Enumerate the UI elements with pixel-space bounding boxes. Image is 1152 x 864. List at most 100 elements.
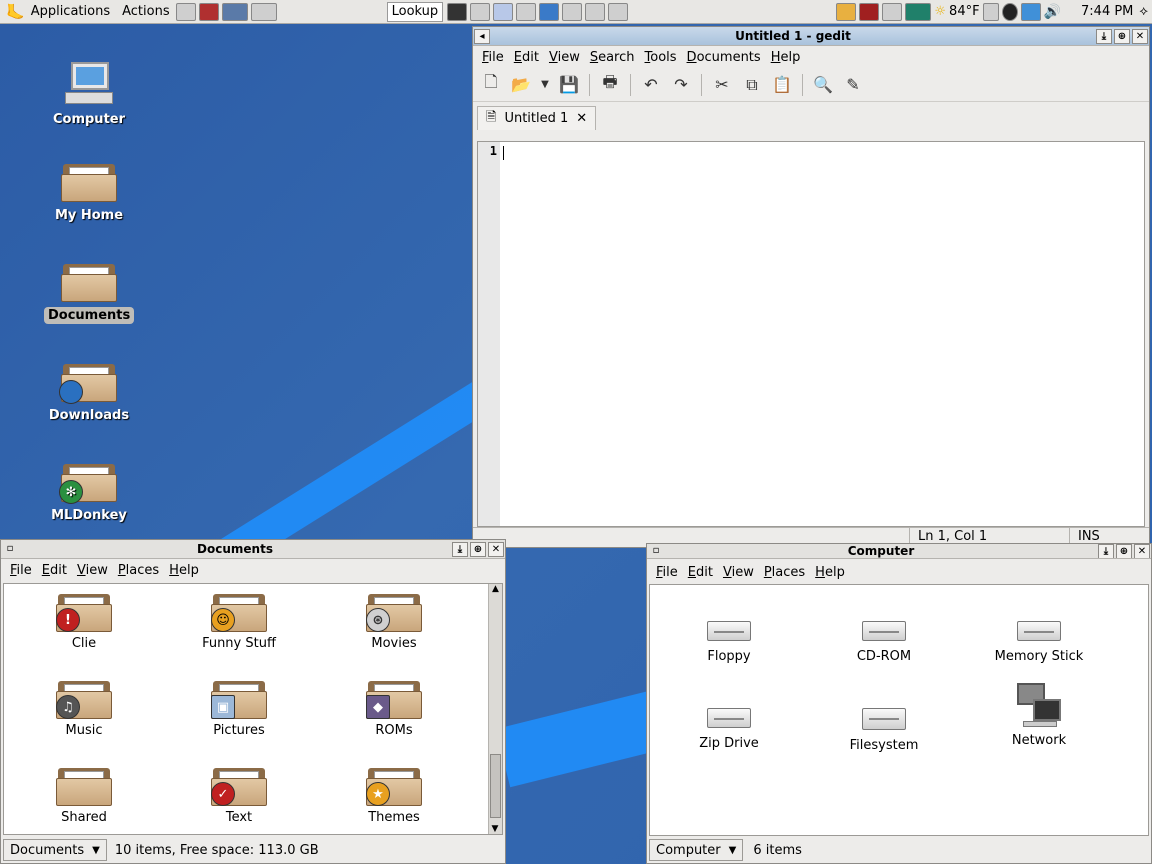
save-icon[interactable]: 💾 [557, 73, 581, 97]
redo-icon[interactable]: ↷ [669, 73, 693, 97]
location-dropdown[interactable]: Computer ▼ [649, 839, 744, 861]
window-menu-icon[interactable]: ◂ [474, 28, 490, 44]
undo-icon[interactable]: ↶ [639, 73, 663, 97]
menu-edit[interactable]: Edit [37, 563, 72, 578]
folder-item[interactable]: ▣ Pictures [174, 677, 304, 738]
window-menu-icon[interactable]: ▫ [2, 542, 18, 557]
minimize-button[interactable]: ⤓ [452, 541, 468, 557]
menu-help[interactable]: Help [766, 50, 806, 65]
location-dropdown[interactable]: Documents ▼ [3, 839, 107, 861]
computer-titlebar[interactable]: ▫ Computer ⤓ ⊕ ✕ [647, 544, 1151, 559]
window-menu-icon[interactable]: ▫ [648, 544, 664, 558]
copy-icon[interactable]: ⧉ [740, 73, 764, 97]
menu-documents[interactable]: Documents [682, 50, 766, 65]
clock[interactable]: 7:44 PM [1075, 4, 1139, 19]
gem-icon[interactable] [493, 2, 514, 21]
tag-icon[interactable] [982, 2, 999, 21]
menu-file[interactable]: File [651, 565, 683, 580]
scroll-down-arrow[interactable]: ▼ [489, 824, 501, 834]
tab-untitled-1[interactable]: 🗎 Untitled 1 ✕ [477, 106, 597, 130]
folder-item[interactable]: ♫ Music [19, 677, 149, 738]
network-monitor-icon[interactable] [905, 2, 932, 21]
actions-menu[interactable]: Actions [116, 0, 176, 24]
new-document-icon[interactable]: 🗋 [479, 72, 503, 97]
workspace-switcher-icon[interactable] [221, 2, 248, 21]
drive-item[interactable]: Network [974, 683, 1104, 748]
workspace-icon[interactable] [250, 2, 277, 21]
music-player-icon[interactable] [470, 2, 491, 21]
menu-view[interactable]: View [718, 565, 759, 580]
user-icon[interactable] [836, 2, 857, 21]
lock-icon[interactable] [175, 2, 196, 21]
close-button[interactable]: ✕ [1132, 28, 1148, 44]
folder-item[interactable]: ✓ Text [174, 764, 304, 825]
desktop-icon-computer[interactable]: Computer [44, 60, 134, 127]
volume-icon[interactable]: 🔊 [1044, 4, 1061, 20]
drive-item[interactable]: CD-ROM [819, 613, 949, 664]
folder-item[interactable]: ★ Themes [329, 764, 459, 825]
gedit-titlebar[interactable]: ◂ Untitled 1 - gedit ⤓ ⊕ ✕ [473, 27, 1149, 46]
scroll-thumb[interactable] [490, 754, 501, 818]
menu-edit[interactable]: Edit [683, 565, 718, 580]
menu-tools[interactable]: Tools [640, 50, 682, 65]
panel-end-icon[interactable]: ⟡ [1139, 4, 1152, 19]
menu-file[interactable]: File [5, 563, 37, 578]
lookup-button[interactable]: Lookup [386, 1, 444, 22]
scroll-up-arrow[interactable]: ▲ [489, 584, 502, 594]
network-tool-icon[interactable] [562, 2, 583, 21]
menu-file[interactable]: File [477, 50, 509, 65]
minimize-button[interactable]: ⤓ [1096, 28, 1112, 44]
documents-icon-view[interactable]: ! Clie ☺ Funny Stuff ⊛ Movies ♫ Music ▣ Pictu… [3, 583, 503, 835]
maximize-button[interactable]: ⊕ [1114, 28, 1130, 44]
pen-icon[interactable] [539, 2, 560, 21]
folder-item[interactable]: ! Clie [19, 590, 149, 651]
menu-places[interactable]: Places [113, 563, 164, 578]
applications-menu[interactable]: Applications [25, 0, 116, 24]
monitor-icon[interactable] [882, 2, 903, 21]
replace-icon[interactable]: ✎ [841, 73, 865, 97]
menu-view[interactable]: View [72, 563, 113, 578]
drive-item[interactable]: Filesystem [819, 700, 949, 753]
menu-places[interactable]: Places [759, 565, 810, 580]
paste-icon[interactable]: 📋 [770, 73, 794, 97]
desktop-icon-home[interactable]: My Home [44, 160, 134, 223]
menu-help[interactable]: Help [810, 565, 850, 580]
vertical-scrollbar[interactable]: ▲ ▼ [488, 584, 502, 834]
folder-item[interactable]: ◆ ROMs [329, 677, 459, 738]
computer-icon-view[interactable]: Floppy CD-ROM Memory Stick Zip Drive Fil… [649, 584, 1149, 836]
cut-icon[interactable]: ✂ [710, 73, 734, 97]
display-icon[interactable] [1020, 2, 1041, 21]
folder-item[interactable]: ⊛ Movies [329, 590, 459, 651]
find-icon[interactable]: 🔍 [811, 73, 835, 97]
alert-icon[interactable] [859, 2, 880, 21]
drive-item[interactable]: Zip Drive [664, 700, 794, 751]
text-editor[interactable]: 1 [477, 141, 1145, 527]
maximize-button[interactable]: ⊕ [1116, 544, 1132, 558]
documents-titlebar[interactable]: ▫ Documents ⤓ ⊕ ✕ [1, 540, 505, 559]
scanner-icon[interactable] [608, 2, 629, 21]
desktop-icon-mldonkey[interactable]: ✻ MLDonkey [44, 460, 134, 523]
open-icon[interactable]: 📂 [509, 73, 533, 97]
menu-help[interactable]: Help [164, 563, 204, 578]
drive-item[interactable]: Floppy [664, 613, 794, 664]
screenshot-icon[interactable] [516, 2, 537, 21]
menu-search[interactable]: Search [585, 50, 640, 65]
menu-view[interactable]: View [544, 50, 585, 65]
folder-item[interactable]: ☺ Funny Stuff [174, 590, 304, 651]
maximize-button[interactable]: ⊕ [470, 541, 486, 557]
minimize-button[interactable]: ⤓ [1098, 544, 1114, 558]
logout-icon[interactable] [198, 2, 219, 21]
open-dropdown-icon[interactable]: ▼ [539, 73, 551, 97]
terminal-icon[interactable] [447, 2, 468, 21]
disc-icon[interactable] [1001, 2, 1018, 21]
menu-edit[interactable]: Edit [509, 50, 544, 65]
weather-text[interactable]: 84°F [949, 4, 980, 19]
close-button[interactable]: ✕ [1134, 544, 1150, 558]
usb-icon[interactable] [585, 2, 606, 21]
gnome-foot-icon[interactable]: 🦶 [0, 3, 25, 21]
desktop-icon-documents[interactable]: Documents [44, 260, 135, 324]
close-button[interactable]: ✕ [488, 541, 504, 557]
close-tab-icon[interactable]: ✕ [576, 111, 587, 126]
print-icon[interactable]: 🖶 [598, 72, 622, 97]
desktop-icon-downloads[interactable]: Downloads [44, 360, 134, 423]
